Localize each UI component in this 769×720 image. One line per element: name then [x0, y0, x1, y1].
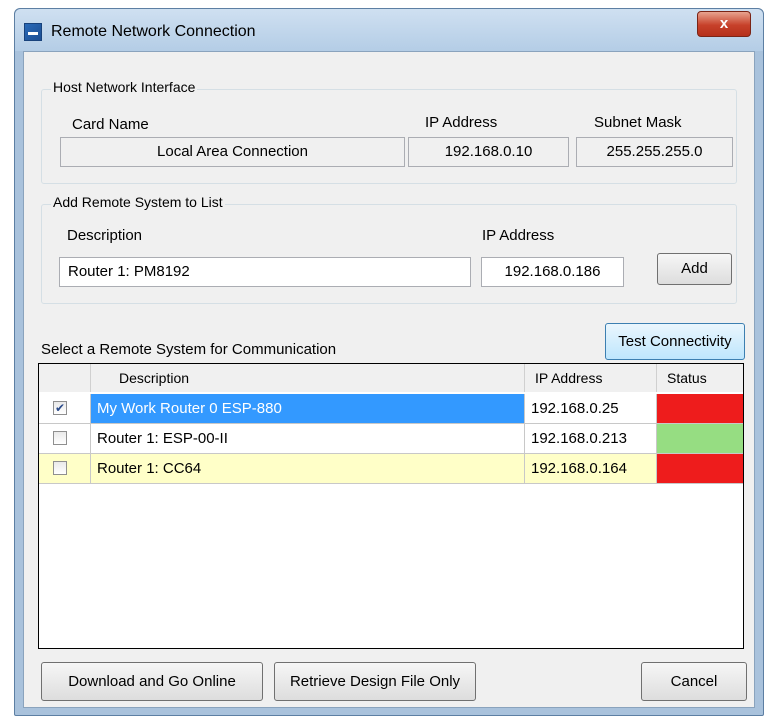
host-ip-label: IP Address: [425, 114, 498, 131]
table-row[interactable]: ✔ My Work Router 0 ESP-880 192.168.0.25: [39, 394, 743, 424]
row-checkbox-cell: ✔: [39, 394, 91, 424]
table-row[interactable]: Router 1: ESP-00-II 192.168.0.213: [39, 424, 743, 454]
checkbox-column-header: [39, 364, 91, 392]
row-status-indicator: [657, 424, 743, 454]
add-remote-group-label: Add Remote System to List: [51, 194, 225, 210]
row-ip[interactable]: 192.168.0.25: [525, 394, 657, 424]
table-row[interactable]: Router 1: CC64 192.168.0.164: [39, 454, 743, 484]
remote-ip-input[interactable]: 192.168.0.186: [481, 257, 624, 287]
row-status-indicator: [657, 394, 743, 424]
add-button[interactable]: Add: [657, 253, 732, 285]
network-app-icon: [24, 23, 42, 41]
description-label: Description: [67, 227, 143, 244]
ip-column-header[interactable]: IP Address: [525, 364, 657, 392]
checkbox-icon[interactable]: [53, 461, 67, 475]
checkbox-icon[interactable]: [53, 431, 67, 445]
add-remote-system-group: [41, 204, 737, 304]
host-ip-field: 192.168.0.10: [408, 137, 569, 167]
description-input[interactable]: Router 1: PM8192: [59, 257, 471, 287]
row-ip[interactable]: 192.168.0.164: [525, 454, 657, 484]
card-name-field: Local Area Connection: [60, 137, 405, 167]
subnet-mask-label: Subnet Mask: [594, 114, 682, 131]
row-checkbox-cell: [39, 424, 91, 454]
row-ip[interactable]: 192.168.0.213: [525, 424, 657, 454]
cancel-button[interactable]: Cancel: [641, 662, 747, 701]
row-description[interactable]: My Work Router 0 ESP-880: [91, 394, 525, 424]
grid-header: Description IP Address Status: [39, 364, 743, 392]
download-and-go-online-button[interactable]: Download and Go Online: [41, 662, 263, 701]
remote-systems-grid[interactable]: Description IP Address Status ✔ My Work …: [38, 363, 744, 649]
remote-ip-label: IP Address: [482, 227, 555, 244]
close-icon[interactable]: x: [697, 11, 751, 37]
row-checkbox-cell: [39, 454, 91, 484]
card-name-label: Card Name: [72, 116, 149, 133]
test-connectivity-button[interactable]: Test Connectivity: [605, 323, 745, 360]
checkbox-icon[interactable]: ✔: [53, 401, 67, 415]
description-column-header[interactable]: Description: [91, 364, 525, 392]
select-remote-label: Select a Remote System for Communication: [41, 341, 337, 358]
row-description[interactable]: Router 1: CC64: [91, 454, 525, 484]
row-status-indicator: [657, 454, 743, 484]
host-group-label: Host Network Interface: [51, 79, 198, 95]
window-title: Remote Network Connection: [51, 23, 256, 40]
row-description[interactable]: Router 1: ESP-00-II: [91, 424, 525, 454]
title-bar[interactable]: Remote Network Connection x: [15, 9, 763, 51]
retrieve-design-file-button[interactable]: Retrieve Design File Only: [274, 662, 476, 701]
status-column-header[interactable]: Status: [657, 364, 743, 392]
subnet-mask-field: 255.255.255.0: [576, 137, 733, 167]
